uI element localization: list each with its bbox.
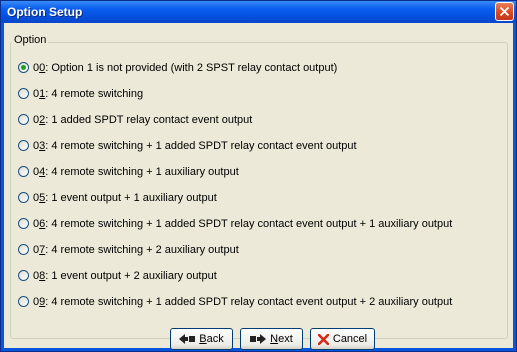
radio-unchecked-icon[interactable]	[18, 140, 29, 151]
back-arrow-icon	[179, 334, 196, 344]
option-label: 04: 4 remote switching + 1 auxiliary out…	[33, 166, 239, 178]
title-bar: Option Setup	[1, 1, 516, 23]
option-radio-7[interactable]: 07: 4 remote switching + 2 auxiliary out…	[18, 242, 239, 257]
dialog-body: Option 00: Option 1 is not provided (wit…	[4, 23, 513, 350]
option-label: 05: 1 event output + 1 auxiliary output	[33, 192, 217, 204]
option-description: : 1 added SPDT relay contact event outpu…	[45, 113, 253, 126]
radio-unchecked-icon[interactable]	[18, 270, 29, 281]
radio-unchecked-icon[interactable]	[18, 166, 29, 177]
option-label: 02: 1 added SPDT relay contact event out…	[33, 114, 252, 126]
option-radio-9[interactable]: 09: 4 remote switching + 1 added SPDT re…	[18, 294, 452, 309]
option-radio-1[interactable]: 01: 4 remote switching	[18, 86, 143, 101]
option-radio-4[interactable]: 04: 4 remote switching + 1 auxiliary out…	[18, 164, 239, 179]
option-radio-2[interactable]: 02: 1 added SPDT relay contact event out…	[18, 112, 252, 127]
option-radio-5[interactable]: 05: 1 event output + 1 auxiliary output	[18, 190, 217, 205]
option-label: 06: 4 remote switching + 1 added SPDT re…	[33, 218, 452, 230]
option-label: 03: 4 remote switching + 1 added SPDT re…	[33, 140, 357, 152]
next-button[interactable]: Next	[240, 328, 303, 350]
radio-unchecked-icon[interactable]	[18, 88, 29, 99]
option-description: : 1 event output + 2 auxiliary output	[45, 269, 217, 282]
radio-unchecked-icon[interactable]	[18, 244, 29, 255]
option-description: : 4 remote switching + 1 auxiliary outpu…	[45, 165, 239, 178]
option-radio-6[interactable]: 06: 4 remote switching + 1 added SPDT re…	[18, 216, 452, 231]
button-bar: Back Next Cancel	[4, 328, 513, 350]
cancel-button[interactable]: Cancel	[310, 328, 375, 350]
option-code: 02	[33, 114, 45, 126]
radio-unchecked-icon[interactable]	[18, 296, 29, 307]
option-code: 05	[33, 192, 45, 204]
option-label: 07: 4 remote switching + 2 auxiliary out…	[33, 244, 239, 256]
option-code: 03	[33, 140, 45, 152]
radio-unchecked-icon[interactable]	[18, 114, 29, 125]
close-button[interactable]	[495, 2, 514, 21]
option-code: 06	[33, 218, 45, 230]
option-code: 04	[33, 166, 45, 178]
option-setup-window: Option Setup Option 00: Option 1 is not …	[0, 0, 517, 352]
option-label: 08: 1 event output + 2 auxiliary output	[33, 270, 217, 282]
option-code: 01	[33, 88, 45, 100]
option-description: : 4 remote switching + 1 added SPDT rela…	[45, 139, 357, 152]
option-description: : 4 remote switching + 2 auxiliary outpu…	[45, 243, 239, 256]
option-code: 00	[33, 62, 45, 74]
option-radio-0[interactable]: 00: Option 1 is not provided (with 2 SPS…	[18, 60, 337, 75]
radio-checked-icon[interactable]	[18, 62, 29, 73]
radio-unchecked-icon[interactable]	[18, 218, 29, 229]
option-label: 00: Option 1 is not provided (with 2 SPS…	[33, 62, 337, 74]
cancel-label: Cancel	[332, 333, 368, 345]
option-description: : 4 remote switching + 1 added SPDT rela…	[45, 217, 453, 230]
option-description: : 4 remote switching + 1 added SPDT rela…	[45, 295, 453, 308]
option-description: : Option 1 is not provided (with 2 SPST …	[45, 61, 338, 74]
option-radio-8[interactable]: 08: 1 event output + 2 auxiliary output	[18, 268, 217, 283]
back-button[interactable]: Back	[170, 328, 233, 350]
option-description: : 4 remote switching	[45, 87, 144, 100]
next-arrow-icon	[250, 334, 267, 344]
next-label: ext	[278, 333, 293, 345]
option-label: 01: 4 remote switching	[33, 88, 143, 100]
option-radio-3[interactable]: 03: 4 remote switching + 1 added SPDT re…	[18, 138, 357, 153]
radio-unchecked-icon[interactable]	[18, 192, 29, 203]
back-accel: B	[199, 333, 207, 345]
option-label: 09: 4 remote switching + 1 added SPDT re…	[33, 296, 452, 308]
window-title: Option Setup	[7, 5, 83, 19]
close-icon	[500, 7, 509, 16]
next-accel: N	[270, 333, 279, 345]
option-code: 07	[33, 244, 45, 256]
red-x-icon	[317, 333, 329, 345]
option-code: 08	[33, 270, 45, 282]
option-description: : 1 event output + 1 auxiliary output	[45, 191, 217, 204]
option-code: 09	[33, 296, 45, 308]
back-label: ack	[206, 333, 224, 345]
option-group-label: Option	[12, 34, 49, 46]
